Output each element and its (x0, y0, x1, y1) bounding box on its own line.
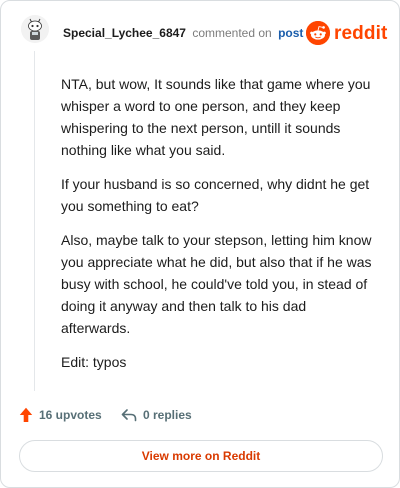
comment-paragraph: Also, maybe talk to your stepson, lettin… (61, 232, 372, 336)
comment-paragraph: If your husband is so concerned, why did… (61, 176, 370, 214)
comment-body: NTA, but wow, It sounds like that game w… (61, 73, 379, 385)
comment-header: Special_Lychee_6847 commented on post re… (21, 15, 387, 51)
comment-paragraph: NTA, but wow, It sounds like that game w… (61, 76, 371, 158)
username-link[interactable]: Special_Lychee_6847 (63, 26, 186, 40)
comment-meta: Special_Lychee_6847 commented on post (63, 26, 303, 40)
reply-button[interactable]: 0 replies (121, 404, 192, 426)
thread-line (34, 51, 35, 391)
upvote-button[interactable]: 16 upvotes (19, 404, 102, 426)
comment-actions: 16 upvotes 0 replies (19, 404, 381, 426)
snoo-avatar-icon (21, 15, 49, 43)
reply-count: 0 replies (143, 408, 192, 422)
reddit-logo-icon (306, 21, 330, 45)
view-more-button[interactable]: View more on Reddit (19, 440, 383, 472)
post-link[interactable]: post (278, 26, 303, 40)
commented-on-text: commented on (192, 26, 272, 40)
upvote-arrow-icon (19, 407, 33, 422)
upvote-count: 16 upvotes (39, 408, 102, 422)
reddit-wordmark: reddit (334, 23, 388, 44)
reddit-brand[interactable]: reddit (306, 21, 387, 47)
comment-embed-card: Special_Lychee_6847 commented on post re… (0, 0, 400, 488)
user-avatar[interactable] (21, 15, 49, 43)
reply-arrow-icon (121, 409, 137, 422)
comment-paragraph: Edit: typos (61, 354, 127, 370)
